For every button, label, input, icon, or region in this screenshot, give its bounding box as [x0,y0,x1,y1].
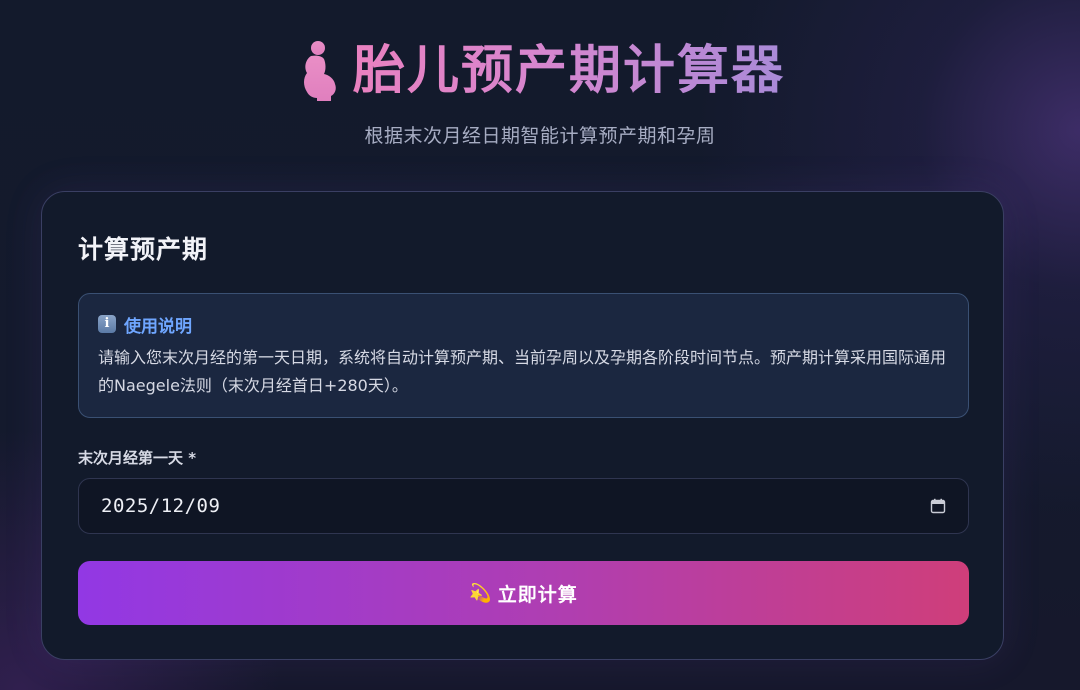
page-subtitle: 根据末次月经日期智能计算预产期和孕周 [364,125,716,147]
info-header: i 使用说明 [98,312,950,337]
info-icon: i [98,315,116,333]
calculate-button-label: 立即计算 [497,583,578,606]
lmp-field-label: 末次月经第一天 * [78,449,197,467]
page-title: 胎儿预产期计算器 [353,36,785,106]
page-header: 胎儿预产期计算器 根据末次月经日期智能计算预产期和孕周 [0,36,1080,148]
dizzy-sparkle-icon: 💫 [469,582,492,604]
pregnant-silhouette-icon [303,41,336,101]
calculate-button[interactable]: 💫 立即计算 [78,561,969,625]
info-title: 使用说明 [124,316,192,337]
lmp-date-value[interactable]: 2025/12/09 [101,495,930,517]
card-title: 计算预产期 [78,235,209,264]
info-text: 请输入您末次月经的第一天日期，系统将自动计算预产期、当前孕周以及孕期各阶段时间节… [98,348,947,395]
usage-info-box: i 使用说明 请输入您末次月经的第一天日期，系统将自动计算预产期、当前孕周以及孕… [78,293,969,418]
lmp-date-input[interactable]: 2025/12/09 [78,478,969,534]
calendar-icon[interactable] [930,498,946,514]
title-row: 胎儿预产期计算器 [0,36,1080,106]
calculator-card: 计算预产期 i 使用说明 请输入您末次月经的第一天日期，系统将自动计算预产期、当… [41,191,1004,660]
